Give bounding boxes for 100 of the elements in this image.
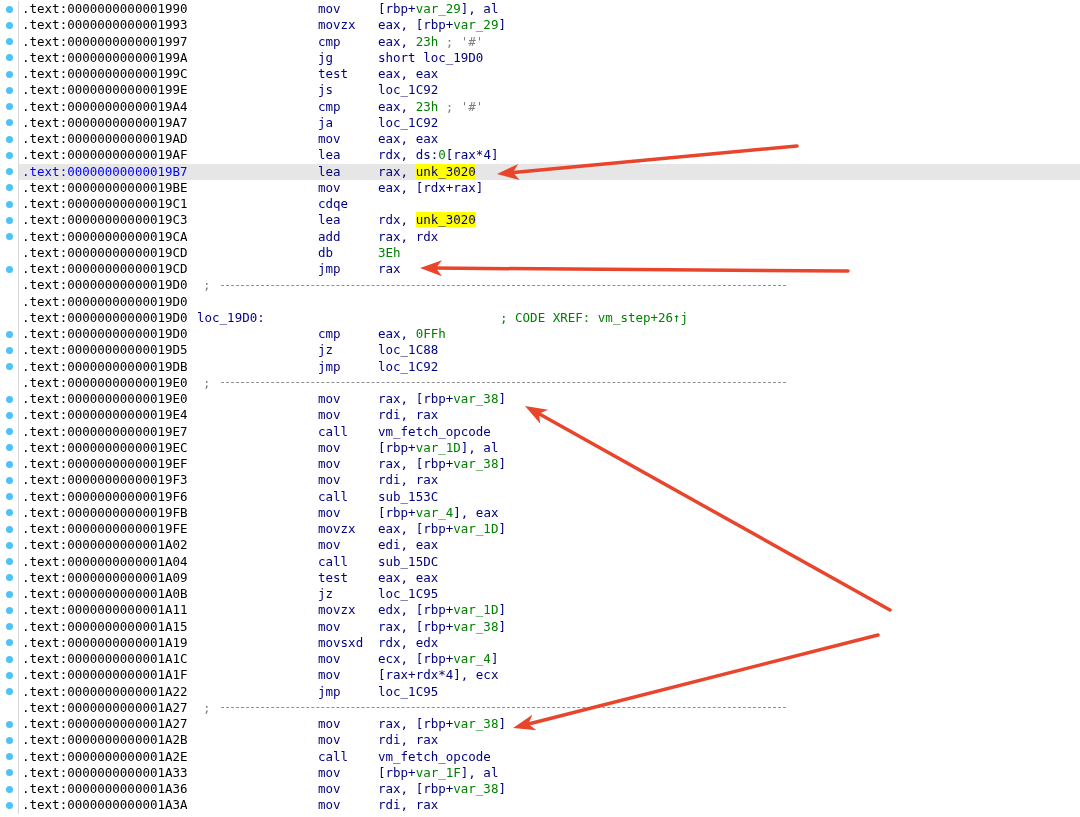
- listing-row[interactable]: .text:00000000000019E7 call vm_fetch_opcode: [0, 423, 1080, 440]
- listing-row[interactable]: .text:00000000000019A7 ja loc_1C92: [0, 114, 1080, 131]
- listing-row[interactable]: .text:0000000000001990 mov [rbp+var_29], al: [0, 1, 1080, 18]
- listing-row[interactable]: .text:00000000000019D0 ;: [0, 277, 1080, 294]
- operand-text: eax, eax: [378, 131, 439, 148]
- address-text: .text:00000000000019D0: [22, 326, 189, 343]
- operand-text: [rbp+var_1D], al: [378, 439, 499, 456]
- mnemonic-text: mov: [318, 1, 342, 18]
- operand-text: loc_1C92: [378, 114, 439, 131]
- operand-text: loc_1C95: [378, 586, 439, 603]
- listing-row[interactable]: .text:00000000000019A4 cmp eax, 23h ; '#': [0, 98, 1080, 115]
- listing-row[interactable]: .text:0000000000001A2B mov rdi, rax: [0, 732, 1080, 749]
- listing-row[interactable]: .text:00000000000019B7 lea rax, unk_3020: [0, 163, 1080, 180]
- listing-row[interactable]: .text:00000000000019E0 mov rax, [rbp+var_38]: [0, 391, 1080, 408]
- listing-row[interactable]: .text:00000000000019E4 mov rdi, rax: [0, 407, 1080, 424]
- mnemonic-text: cmp: [318, 33, 342, 50]
- mnemonic-text: mov: [318, 456, 342, 473]
- listing-row[interactable]: .text:0000000000001A2E call vm_fetch_opcode: [0, 748, 1080, 765]
- listing-row[interactable]: .text:00000000000019F6 call sub_153C: [0, 488, 1080, 505]
- address-text: .text:00000000000019B7: [22, 163, 189, 180]
- address-text: .text:00000000000019D0: [22, 277, 189, 294]
- listing-row[interactable]: .text:00000000000019DB jmp loc_1C92: [0, 358, 1080, 375]
- mnemonic-text: mov: [318, 537, 342, 554]
- mnemonic-text: ja: [318, 114, 335, 131]
- listing-row[interactable]: .text:0000000000001A11 movzx edx, [rbp+var_1D]: [0, 602, 1080, 619]
- operand-text: rdx, ds:0[rax*4]: [378, 147, 499, 164]
- listing-row[interactable]: .text:00000000000019BE mov eax, [rdx+rax]: [0, 179, 1080, 196]
- address-text: .text:0000000000001993: [22, 17, 189, 34]
- mnemonic-text: lea: [318, 163, 342, 180]
- address-text: .text:0000000000001A33: [22, 764, 189, 781]
- listing-row[interactable]: .text:0000000000001A3A mov rdi, rax: [0, 797, 1080, 814]
- operand-text: eax, eax: [378, 569, 439, 586]
- mnemonic-text: test: [318, 569, 350, 586]
- operand-text: vm_fetch_opcode: [378, 748, 491, 765]
- listing-row[interactable]: .text:0000000000001A04 call sub_15DC: [0, 553, 1080, 570]
- listing-row[interactable]: .text:0000000000001A09 test eax, eax: [0, 569, 1080, 586]
- operand-text: rax, [rbp+var_38]: [378, 456, 506, 473]
- mnemonic-text: mov: [318, 391, 342, 408]
- listing-row[interactable]: .text:00000000000019D0: [0, 293, 1080, 310]
- listing-row[interactable]: .text:00000000000019E0 ;: [0, 374, 1080, 391]
- address-text: .text:00000000000019A4: [22, 98, 189, 115]
- address-text: .text:00000000000019E0: [22, 374, 189, 391]
- operand-text: rax, unk_3020: [378, 163, 476, 180]
- listing-row[interactable]: .text:0000000000001A27 mov rax, [rbp+var_38]: [0, 716, 1080, 733]
- mnemonic-text: mov: [318, 764, 342, 781]
- mnemonic-text: cmp: [318, 326, 342, 343]
- address-text: .text:00000000000019F3: [22, 472, 189, 489]
- listing-row[interactable]: .text:0000000000001993 movzx eax, [rbp+var_29]: [0, 17, 1080, 34]
- operand-text: eax, 23h ; '#': [378, 33, 484, 50]
- listing-row[interactable]: .text:00000000000019D5 jz loc_1C88: [0, 342, 1080, 359]
- listing-row[interactable]: .text:0000000000001A15 mov rax, [rbp+var_38]: [0, 618, 1080, 635]
- listing-row[interactable]: .text:00000000000019EC mov [rbp+var_1D], al: [0, 439, 1080, 456]
- listing-row[interactable]: .text:00000000000019D0 cmp eax, 0FFh: [0, 326, 1080, 343]
- listing-row[interactable]: .text:0000000000001A27 ;: [0, 699, 1080, 716]
- operand-text: [rbp+var_29], al: [378, 1, 499, 18]
- listing-row[interactable]: .text:00000000000019D0 loc_19D0: ; CODE XREF: vm_step+26↑j: [0, 309, 1080, 326]
- operand-text: short loc_19D0: [378, 49, 484, 66]
- mnemonic-text: mov: [318, 651, 342, 668]
- address-text: .text:00000000000019E4: [22, 407, 189, 424]
- address-text: .text:00000000000019D5: [22, 342, 189, 359]
- listing-row[interactable]: .text:0000000000001A1F mov [rax+rdx*4], ecx: [0, 667, 1080, 684]
- listing-row[interactable]: .text:0000000000001997 cmp eax, 23h ; '#': [0, 33, 1080, 50]
- address-text: .text:00000000000019E7: [22, 423, 189, 440]
- operand-text: rdi, rax: [378, 472, 439, 489]
- listing-row[interactable]: .text:0000000000001A0B jz loc_1C95: [0, 586, 1080, 603]
- address-text: .text:0000000000001A0B: [22, 586, 189, 603]
- listing-row[interactable]: .text:0000000000001A19 movsxd rdx, edx: [0, 634, 1080, 651]
- address-text: .text:00000000000019CD: [22, 244, 189, 261]
- listing-row[interactable]: .text:00000000000019CA add rax, rdx: [0, 228, 1080, 245]
- listing-row[interactable]: .text:000000000000199A jg short loc_19D0: [0, 49, 1080, 66]
- listing-row[interactable]: .text:000000000000199C test eax, eax: [0, 66, 1080, 83]
- listing-row[interactable]: .text:0000000000001A02 mov edi, eax: [0, 537, 1080, 554]
- mnemonic-text: mov: [318, 504, 342, 521]
- mnemonic-text: mov: [318, 716, 342, 733]
- listing-row[interactable]: .text:0000000000001A22 jmp loc_1C95: [0, 683, 1080, 700]
- operand-text: eax, eax: [378, 66, 439, 83]
- comment-text: ;: [203, 277, 211, 294]
- mnemonic-text: jmp: [318, 683, 342, 700]
- listing-row[interactable]: .text:00000000000019C1 cdqe: [0, 196, 1080, 213]
- listing-row[interactable]: .text:00000000000019AD mov eax, eax: [0, 131, 1080, 148]
- operand-text: 3Eh: [378, 244, 401, 261]
- listing-row[interactable]: .text:000000000000199E js loc_1C92: [0, 82, 1080, 99]
- listing-row[interactable]: .text:0000000000001A33 mov [rbp+var_1F], al: [0, 764, 1080, 781]
- address-text: .text:0000000000001A02: [22, 537, 189, 554]
- mnemonic-text: call: [318, 748, 350, 765]
- listing-row[interactable]: .text:00000000000019C3 lea rdx, unk_3020: [0, 212, 1080, 229]
- listing-row[interactable]: .text:00000000000019F3 mov rdi, rax: [0, 472, 1080, 489]
- operand-text: rdi, rax: [378, 797, 439, 814]
- listing-row[interactable]: .text:00000000000019FB mov [rbp+var_4], eax: [0, 504, 1080, 521]
- address-text: .text:00000000000019FE: [22, 521, 189, 538]
- listing-row[interactable]: .text:00000000000019CD jmp rax: [0, 261, 1080, 278]
- listing-row[interactable]: .text:00000000000019CD db 3Eh: [0, 244, 1080, 261]
- listing-row[interactable]: .text:00000000000019EF mov rax, [rbp+var_38]: [0, 456, 1080, 473]
- listing-row[interactable]: .text:0000000000001A36 mov rax, [rbp+var_38]: [0, 781, 1080, 798]
- listing-row[interactable]: .text:00000000000019AF lea rdx, ds:0[rax*4]: [0, 147, 1080, 164]
- listing-row[interactable]: .text:00000000000019FE movzx eax, [rbp+var_1D]: [0, 521, 1080, 538]
- listing-row[interactable]: .text:0000000000001A1C mov ecx, [rbp+var_4]: [0, 651, 1080, 668]
- mnemonic-text: jmp: [318, 358, 342, 375]
- address-text: .text:00000000000019CD: [22, 261, 189, 278]
- mnemonic-text: mov: [318, 407, 342, 424]
